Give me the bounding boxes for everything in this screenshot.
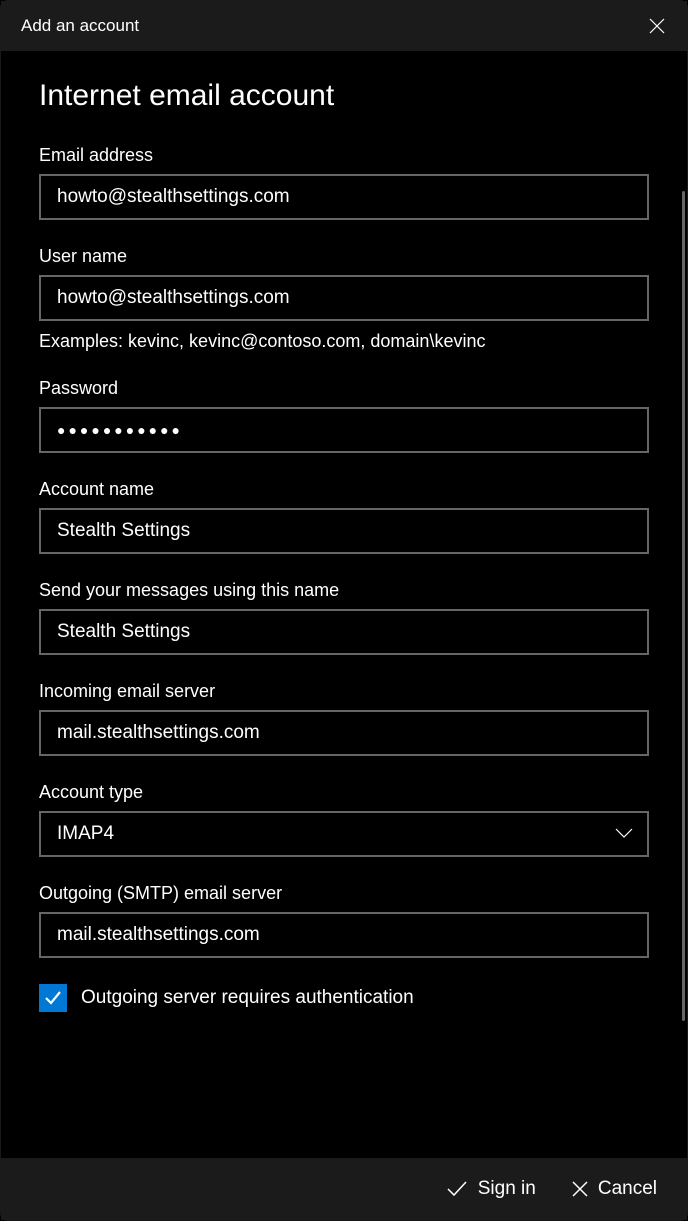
field-password: Password — [39, 378, 649, 453]
account-type-select[interactable]: IMAP4 — [39, 811, 649, 857]
checkmark-icon — [43, 988, 63, 1008]
incoming-server-input[interactable] — [39, 710, 649, 756]
sender-name-input[interactable] — [39, 609, 649, 655]
email-label: Email address — [39, 145, 649, 166]
cancel-label: Cancel — [598, 1178, 657, 1200]
username-hint: Examples: kevinc, kevinc@contoso.com, do… — [39, 331, 649, 352]
field-account-name: Account name — [39, 479, 649, 554]
username-label: User name — [39, 246, 649, 267]
password-input[interactable] — [39, 407, 649, 453]
field-incoming-server: Incoming email server — [39, 681, 649, 756]
close-icon — [649, 18, 665, 34]
sender-name-label: Send your messages using this name — [39, 580, 649, 601]
outgoing-server-label: Outgoing (SMTP) email server — [39, 883, 649, 904]
sign-in-button[interactable]: Sign in — [446, 1178, 536, 1200]
account-name-label: Account name — [39, 479, 649, 500]
password-label: Password — [39, 378, 649, 399]
outgoing-auth-checkbox[interactable] — [39, 984, 67, 1012]
account-type-select-wrapper: IMAP4 — [39, 811, 649, 857]
titlebar: Add an account — [1, 1, 687, 51]
page-title: Internet email account — [39, 79, 649, 113]
outgoing-auth-label: Outgoing server requires authentication — [81, 987, 414, 1009]
account-type-label: Account type — [39, 782, 649, 803]
incoming-server-label: Incoming email server — [39, 681, 649, 702]
footer: Sign in Cancel — [1, 1158, 687, 1220]
close-icon — [572, 1181, 588, 1197]
outgoing-auth-row: Outgoing server requires authentication — [39, 984, 649, 1012]
dialog-window: Add an account Internet email account Em… — [0, 0, 688, 1221]
email-input[interactable] — [39, 174, 649, 220]
field-sender-name: Send your messages using this name — [39, 580, 649, 655]
field-outgoing-server: Outgoing (SMTP) email server — [39, 883, 649, 958]
titlebar-title: Add an account — [21, 16, 139, 36]
username-input[interactable] — [39, 275, 649, 321]
scrollbar[interactable] — [682, 191, 685, 1021]
cancel-button[interactable]: Cancel — [572, 1178, 657, 1200]
account-name-input[interactable] — [39, 508, 649, 554]
field-account-type: Account type IMAP4 — [39, 782, 649, 857]
sign-in-label: Sign in — [478, 1178, 536, 1200]
field-email: Email address — [39, 145, 649, 220]
content-area: Internet email account Email address Use… — [1, 51, 687, 1158]
checkmark-icon — [446, 1180, 468, 1198]
outgoing-server-input[interactable] — [39, 912, 649, 958]
close-button[interactable] — [647, 16, 667, 36]
field-username: User name Examples: kevinc, kevinc@conto… — [39, 246, 649, 352]
